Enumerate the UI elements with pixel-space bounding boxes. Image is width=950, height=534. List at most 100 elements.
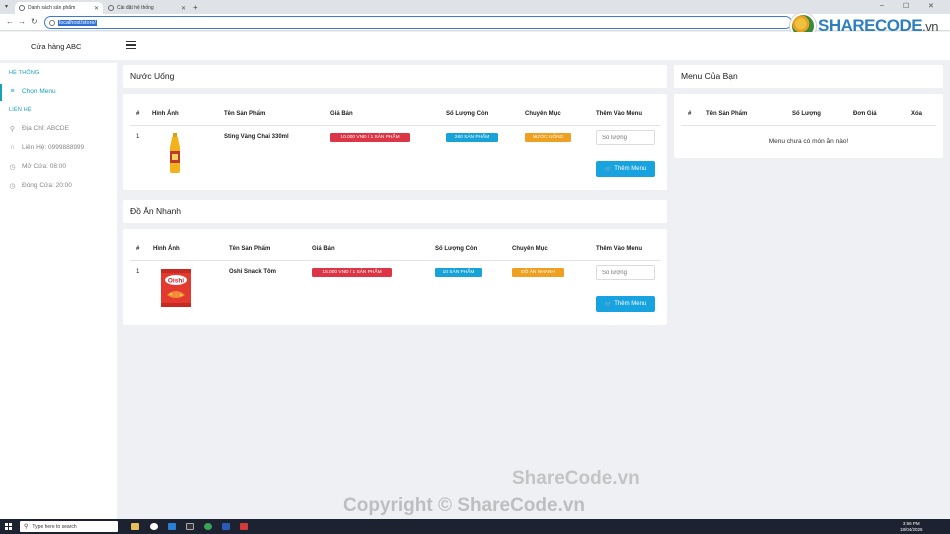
address-bar[interactable]: localhost/store/ — [44, 16, 792, 29]
drinks-table-card: # Hình Ảnh Tên Sản Phẩm Giá Bán Số Lượng… — [123, 94, 667, 190]
cart-icon: 🛒 — [604, 301, 613, 308]
sidebar-item-label: Đóng Cửa: 20:00 — [22, 182, 72, 189]
forward-icon[interactable]: → — [18, 17, 26, 26]
fastfood-title-card: Đồ Ăn Nhanh — [123, 200, 667, 223]
chrome-icon[interactable] — [150, 523, 158, 530]
col-add: Thêm Vào Menu — [596, 246, 643, 252]
sidebar-item-label: Liên Hệ: 0999888999 — [22, 144, 85, 151]
taskbar-search-placeholder: Type here to search — [32, 523, 77, 530]
sidebar-item-label: Địa Chỉ: ABCDE — [22, 125, 69, 132]
taskbar-search[interactable]: ⚲ Type here to search — [20, 521, 118, 532]
hamburger-menu-icon[interactable] — [126, 41, 136, 49]
col-unit-price: Đơn Giá — [853, 111, 877, 117]
reload-icon[interactable]: ↻ — [31, 17, 38, 26]
tab-list-chevron-icon[interactable]: ▾ — [5, 3, 8, 10]
quantity-input[interactable] — [596, 130, 655, 145]
sting-bottle-image — [170, 133, 180, 173]
col-image: Hình Ảnh — [153, 246, 180, 252]
sidebar-item-label: Mở Cửa: 08:00 — [22, 163, 67, 170]
col-index: # — [136, 246, 140, 252]
category-badge: ĐỒ ĂN NHANH — [512, 268, 564, 277]
globe-icon — [19, 5, 25, 11]
stock-badge: 10 SẢN PHẨM — [435, 268, 482, 277]
clock-date: 18/04/2025 — [900, 526, 923, 532]
globe-icon — [108, 5, 114, 11]
file-explorer-icon[interactable] — [131, 523, 139, 530]
snack-brand-text: Oishi — [168, 278, 184, 285]
headset-icon: ∩ — [9, 144, 16, 151]
header-divider — [130, 260, 660, 261]
sidebar-item-address: ⚲ Địa Chỉ: ABCDE — [9, 125, 69, 133]
browser-tab-settings[interactable]: Cài đặt hệ thống ✕ — [104, 2, 190, 14]
sidebar-item-label: Chọn Menu — [22, 88, 56, 95]
clock-time: 3:56 PM — [902, 521, 920, 526]
add-to-menu-button[interactable]: 🛒 Thêm Menu — [596, 161, 655, 177]
copyright-watermark: Copyright © ShareCode.vn — [343, 495, 586, 516]
window-close-icon[interactable]: ✕ — [928, 2, 934, 10]
col-price: Giá Bán — [330, 111, 353, 117]
minimize-icon[interactable]: – — [880, 2, 884, 9]
col-stock: Số Lượng Còn — [435, 246, 478, 252]
header-divider — [681, 125, 936, 126]
price-badge: 15.000 VNĐ / 1 SẢN PHẨM — [312, 268, 392, 277]
windows-taskbar: ⚲ Type here to search 3:56 PM 18/04/2025 — [0, 519, 950, 534]
windows-start-icon[interactable] — [5, 523, 12, 530]
maximize-icon[interactable]: ☐ — [903, 2, 909, 10]
sidebar-item-close-time: ◷ Đóng Cửa: 20:00 — [9, 182, 72, 190]
section-title: Nước Uống — [130, 71, 175, 81]
add-button-label: Thêm Menu — [614, 166, 647, 172]
word-icon[interactable] — [222, 523, 230, 530]
menu-empty-message: Menu chưa có món ăn nào! — [768, 138, 849, 145]
app-icon[interactable] — [204, 523, 212, 530]
sidebar-active-indicator — [0, 84, 2, 101]
url-text: localhost/store/ — [58, 19, 97, 26]
menu-table-card: # Tên Sản Phẩm Số Lượng Đơn Giá Xóa Menu… — [674, 94, 943, 158]
stock-badge: 260 SẢN PHẨM — [446, 133, 498, 142]
product-name: Sting Vàng Chai 330ml — [224, 134, 289, 140]
system-clock[interactable]: 3:56 PM 18/04/2025 — [900, 521, 923, 532]
site-info-icon[interactable] — [49, 19, 55, 26]
col-stock: Số Lượng Còn — [446, 111, 489, 117]
sidebar-item-phone: ∩ Liên Hệ: 0999888999 — [9, 144, 84, 151]
new-tab-icon[interactable]: + — [193, 3, 198, 12]
row-index: 1 — [136, 269, 140, 275]
col-add: Thêm Vào Menu — [596, 111, 643, 117]
oishi-snack-image: Oishi — [161, 269, 191, 307]
col-category: Chuyên Mục — [525, 111, 561, 117]
vscode-icon[interactable] — [168, 523, 176, 530]
category-badge: NƯỚC UỐNG — [525, 133, 571, 142]
col-price: Giá Bán — [312, 246, 335, 252]
col-name: Tên Sản Phẩm — [706, 111, 748, 117]
watermark-text: ShareCode.vn — [512, 468, 640, 489]
section-title: Menu Của Bạn — [681, 71, 738, 81]
browser-tab-products[interactable]: Danh sách sản phẩm ✕ — [15, 2, 103, 14]
quantity-input[interactable] — [596, 265, 655, 280]
browser-tab-label: Danh sách sản phẩm — [28, 5, 76, 11]
close-tab-icon[interactable]: ✕ — [94, 5, 99, 12]
col-category: Chuyên Mục — [512, 246, 548, 252]
search-icon: ⚲ — [24, 524, 29, 530]
app-header: Cửa hàng ABC — [0, 32, 950, 60]
close-tab-icon[interactable]: ✕ — [181, 5, 186, 12]
terminal-icon[interactable] — [186, 523, 194, 530]
app-icon[interactable] — [240, 523, 248, 530]
col-name: Tên Sản Phẩm — [229, 246, 271, 252]
col-index: # — [688, 111, 692, 117]
cart-icon: 🛒 — [604, 166, 613, 173]
col-image: Hình Ảnh — [152, 111, 179, 117]
menu-title-card: Menu Của Bạn — [674, 65, 943, 88]
fastfood-table-card: # Hình Ảnh Tên Sản Phẩm Giá Bán Số Lượng… — [123, 229, 667, 325]
list-icon: ≡ — [10, 88, 15, 95]
sidebar-section-system: HỆ THỐNG — [9, 70, 40, 76]
back-icon[interactable]: ← — [6, 17, 14, 26]
sidebar-item-open-time: ◷ Mở Cửa: 08:00 — [9, 163, 67, 171]
col-delete: Xóa — [911, 111, 923, 117]
store-name: Cửa hàng ABC — [31, 42, 82, 51]
clock-icon: ◷ — [9, 163, 16, 171]
add-to-menu-button[interactable]: 🛒 Thêm Menu — [596, 296, 655, 312]
header-divider — [130, 125, 660, 126]
col-index: # — [136, 111, 140, 117]
sidebar-item-choose-menu[interactable]: ≡ Chọn Menu — [9, 88, 56, 95]
product-name: Oshi Snack Tôm — [229, 269, 277, 275]
drinks-title-card: Nước Uống — [123, 65, 667, 88]
